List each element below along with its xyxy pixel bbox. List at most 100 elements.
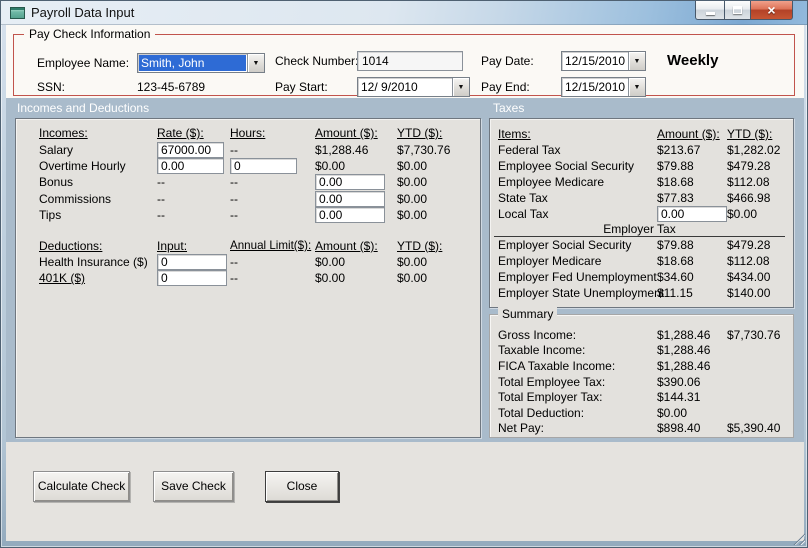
income-row-bonus: Bonus -- -- $0.00 [16, 174, 480, 191]
chevron-down-icon[interactable]: ▼ [628, 52, 645, 70]
incomes-header: Incomes: [39, 126, 88, 141]
amount-header: Amount ($): [315, 126, 378, 141]
row-label: Local Tax [498, 207, 549, 221]
row-ytd: $0.00 [397, 208, 428, 223]
tax-row-employer-state-unemployment: Employer State Unemployment $11.15 $140.… [490, 285, 793, 301]
income-row-overtime: Overtime Hourly $0.00 $0.00 [16, 157, 480, 174]
salary-rate-input[interactable] [157, 141, 224, 158]
employee-name-combobox[interactable]: Smith, John ▼ [137, 53, 265, 73]
tax-row-emp-medicare: Employee Medicare $18.68 $112.08 [490, 174, 793, 190]
row-rate: -- [157, 175, 165, 190]
row-label: Total Employee Tax: [498, 374, 606, 389]
overtime-hours-input[interactable] [230, 157, 297, 174]
amount-header: Amount ($): [315, 238, 378, 253]
ssn-value: 123-45-6789 [137, 80, 206, 94]
employer-tax-divider: Employer Tax [494, 222, 785, 237]
ytd-header: YTD ($): [397, 238, 443, 253]
row-ytd: $112.08 [727, 175, 770, 189]
row-label: Salary [39, 142, 74, 157]
row-label: Employer Social Security [498, 238, 632, 252]
row-label: State Tax [498, 191, 548, 205]
employee-name-value: Smith, John [139, 55, 246, 71]
row-amount: $0.00 [657, 405, 688, 420]
maximize-button[interactable] [724, 1, 751, 20]
tax-row-employer-ss: Employer Social Security $79.88 $479.28 [490, 237, 793, 253]
row-label: Net Pay: [498, 421, 545, 436]
payroll-window: Payroll Data Input × Pay Check Informati… [0, 0, 808, 548]
tax-row-federal: Federal Tax $213.67 $1,282.02 [490, 142, 793, 158]
pay-start-label: Pay Start: [275, 80, 328, 94]
row-label: Employee Social Security [498, 159, 635, 173]
row-ytd: $1,282.02 [727, 143, 781, 157]
tax-row-emp-ss: Employee Social Security $79.88 $479.28 [490, 158, 793, 174]
row-ytd: $7,730.76 [727, 327, 781, 342]
pay-start-datepicker[interactable]: 12/ 9/2010 ▼ [357, 77, 470, 97]
tips-amount-input[interactable] [315, 207, 385, 224]
row-label: FICA Taxable Income: [498, 358, 616, 373]
row-amount: $0.00 [315, 254, 346, 269]
check-number-label: Check Number: [275, 54, 359, 68]
bonus-amount-input[interactable] [315, 174, 385, 191]
row-label: Bonus [39, 175, 74, 190]
close-icon: × [767, 1, 776, 18]
incomes-deductions-panel: Incomes: Rate ($): Hours: Amount ($): YT… [15, 118, 481, 438]
income-row-salary: Salary -- $1,288.46 $7,730.76 [16, 141, 480, 158]
row-ytd: $0.00 [397, 254, 428, 269]
row-amount: $18.68 [657, 254, 694, 268]
annual-limit-header: Annual Limit($): [230, 239, 312, 253]
minimize-button[interactable] [695, 1, 724, 20]
employee-name-label: Employee Name: [37, 56, 130, 70]
tax-header-row: Items: Amount ($): YTD ($): [490, 126, 793, 142]
income-row-tips: Tips -- -- $0.00 [16, 207, 480, 224]
summary-title: Summary [498, 307, 558, 321]
chevron-down-icon[interactable]: ▼ [452, 78, 469, 96]
tax-row-state: State Tax $77.83 $466.98 [490, 190, 793, 206]
button-zone: Calculate Check Save Check Close [6, 442, 804, 541]
save-check-button[interactable]: Save Check [153, 471, 234, 502]
window-title: Payroll Data Input [31, 5, 135, 20]
chevron-down-icon[interactable]: ▼ [247, 54, 264, 72]
main-zone: Incomes and Deductions Taxes Incomes: Ra… [6, 98, 804, 442]
row-ytd: $5,390.40 [727, 421, 781, 436]
row-label: Total Employer Tax: [498, 390, 603, 405]
summary-row-fica: FICA Taxable Income: $1,288.46 [490, 358, 793, 374]
row-ytd: $466.98 [727, 191, 771, 205]
row-amount: $11.15 [657, 286, 693, 300]
row-amount: $0.00 [315, 271, 346, 286]
row-label: Employer State Unemployment [498, 286, 665, 300]
check-number-input[interactable] [357, 51, 463, 71]
row-amount: $213.67 [657, 143, 701, 157]
pay-end-datepicker[interactable]: 12/15/2010 ▼ [561, 77, 646, 97]
commissions-amount-input[interactable] [315, 190, 385, 207]
calculate-check-button[interactable]: Calculate Check [33, 471, 130, 502]
title-bar[interactable]: Payroll Data Input × [1, 1, 807, 25]
row-ytd: $0.00 [727, 207, 758, 221]
row-limit: -- [230, 254, 238, 269]
close-check-button[interactable]: Close [265, 471, 339, 502]
row-amount: $144.31 [657, 390, 701, 405]
summary-row-deduction: Total Deduction: $0.00 [490, 405, 793, 421]
taxes-section-title: Taxes [493, 101, 525, 115]
chevron-down-icon[interactable]: ▼ [628, 78, 645, 96]
paycheck-info-title: Pay Check Information [24, 27, 156, 41]
close-button[interactable]: × [751, 1, 793, 20]
ytd-header: YTD ($): [397, 126, 443, 141]
401k-link[interactable]: 401K ($) [39, 271, 157, 285]
row-amount: $898.40 [657, 421, 701, 436]
row-ytd: $0.00 [397, 271, 428, 286]
minimize-icon [705, 11, 715, 15]
overtime-rate-input[interactable] [157, 157, 224, 174]
tax-row-local: Local Tax $0.00 [490, 206, 793, 222]
row-ytd: $479.28 [727, 238, 771, 252]
row-hours: -- [230, 208, 238, 223]
row-label: Employer Fed Unemployment [498, 270, 657, 284]
pay-date-datepicker[interactable]: 12/15/2010 ▼ [561, 51, 646, 71]
tax-row-employer-medicare: Employer Medicare $18.68 $112.08 [490, 253, 793, 269]
401k-input[interactable] [157, 270, 227, 287]
health-insurance-input[interactable] [157, 253, 227, 270]
maximize-icon [733, 6, 742, 14]
caption-buttons: × [695, 1, 793, 20]
local-tax-input[interactable] [657, 206, 727, 222]
row-label: Overtime Hourly [39, 158, 126, 173]
